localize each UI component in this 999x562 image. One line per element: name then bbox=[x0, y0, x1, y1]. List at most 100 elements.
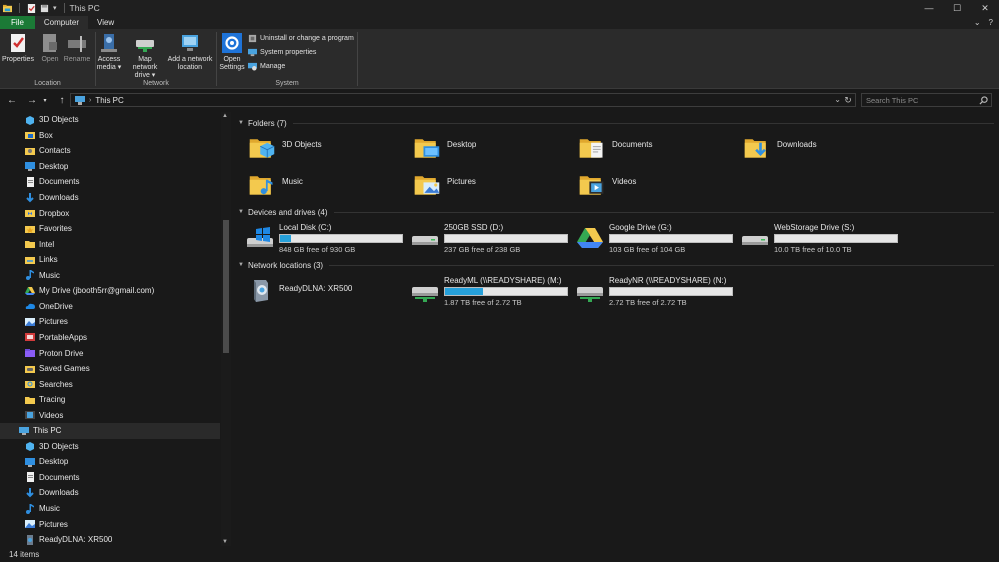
breadcrumb-separator-icon[interactable]: › bbox=[89, 97, 91, 104]
section-folders[interactable]: ▼ Folders (7) bbox=[238, 117, 994, 129]
nav-item[interactable]: My Drive (jbooth5rr@gmail.com) bbox=[0, 283, 220, 299]
collapse-chevron-icon[interactable]: ▼ bbox=[238, 120, 244, 126]
nav-item[interactable]: OneDrive bbox=[0, 299, 220, 315]
drive-tile[interactable]: Google Drive (G:) 103 GB free of 104 GB bbox=[576, 223, 733, 254]
tab-file[interactable]: File bbox=[0, 16, 35, 29]
refresh-icon[interactable]: ↻ bbox=[842, 94, 854, 106]
nav-item[interactable]: Pictures bbox=[0, 516, 220, 532]
section-devices[interactable]: ▼ Devices and drives (4) bbox=[238, 206, 994, 218]
folder-tile[interactable]: Desktop bbox=[413, 134, 476, 162]
drive-tile[interactable]: 250GB SSD (D:) 237 GB free of 238 GB bbox=[411, 223, 568, 254]
nav-item[interactable]: 3D Objects bbox=[0, 439, 220, 455]
uninstall-program-button[interactable]: Uninstall or change a program bbox=[248, 34, 354, 43]
ribbon-group-system: Open Settings Uninstall or change a prog… bbox=[217, 29, 357, 89]
nav-item[interactable]: ReadyDLNA: XR500 bbox=[0, 532, 220, 546]
nav-item[interactable]: Downloads bbox=[0, 190, 220, 206]
quick-access-toolbar: ▾ bbox=[0, 0, 68, 16]
maximize-button[interactable]: ☐ bbox=[943, 0, 971, 16]
nav-item[interactable]: 3D Objects bbox=[0, 112, 220, 128]
minimize-button[interactable]: — bbox=[915, 0, 943, 16]
customize-quick-access-icon[interactable]: ▾ bbox=[53, 4, 57, 12]
tab-computer[interactable]: Computer bbox=[34, 16, 89, 29]
back-arrow-icon[interactable]: ← bbox=[5, 93, 19, 107]
folder-tile[interactable]: Music bbox=[248, 171, 303, 199]
title-bar: ▾ This PC — ☐ ✕ bbox=[0, 0, 999, 16]
windows-drive-icon bbox=[246, 226, 274, 250]
folder-tile[interactable]: Documents bbox=[578, 134, 652, 162]
explorer-icon[interactable] bbox=[3, 4, 12, 13]
system-properties-button[interactable]: System properties bbox=[248, 48, 316, 57]
help-icon[interactable]: ? bbox=[989, 18, 993, 27]
rename-button[interactable]: Rename bbox=[63, 32, 91, 64]
divider bbox=[292, 122, 994, 124]
nav-item[interactable]: Contacts bbox=[0, 143, 220, 159]
nav-item-label: Music bbox=[39, 504, 60, 513]
open-button[interactable]: Open bbox=[38, 32, 62, 64]
drive-name: ReadyML (\\READYSHARE) (M:) bbox=[444, 276, 562, 285]
search-input[interactable]: Search This PC bbox=[861, 93, 992, 107]
up-arrow-icon[interactable]: ↑ bbox=[55, 93, 69, 107]
nav-item[interactable]: Searches bbox=[0, 376, 220, 392]
search-icon[interactable] bbox=[979, 96, 988, 105]
add-network-location-button[interactable]: Add a network location bbox=[166, 32, 214, 72]
dropbox-icon bbox=[25, 210, 35, 218]
nav-item[interactable]: Music bbox=[0, 501, 220, 517]
manage-button[interactable]: Manage bbox=[248, 62, 285, 71]
folder-name: Music bbox=[282, 177, 303, 186]
scrollbar-thumb[interactable] bbox=[223, 220, 229, 353]
forward-arrow-icon[interactable]: → bbox=[25, 93, 39, 107]
nav-item[interactable]: Music bbox=[0, 268, 220, 284]
nav-item[interactable]: Saved Games bbox=[0, 361, 220, 377]
videos-icon bbox=[578, 171, 606, 199]
section-network[interactable]: ▼ Network locations (3) bbox=[238, 259, 994, 271]
access-media-button[interactable]: Access media ▾ bbox=[96, 32, 122, 72]
media-server-icon bbox=[246, 279, 274, 303]
nav-item[interactable]: Videos bbox=[0, 407, 220, 423]
folder-tile[interactable]: Videos bbox=[578, 171, 636, 199]
nav-item[interactable]: This PC bbox=[0, 423, 220, 439]
nav-item[interactable]: Documents bbox=[0, 470, 220, 486]
tab-view[interactable]: View bbox=[88, 16, 123, 29]
nav-item[interactable]: Desktop bbox=[0, 159, 220, 175]
nav-item[interactable]: Links bbox=[0, 252, 220, 268]
scroll-up-icon[interactable]: ▲ bbox=[222, 113, 228, 119]
address-bar[interactable]: › This PC ⌄ bbox=[70, 93, 856, 107]
breadcrumb[interactable]: This PC bbox=[95, 96, 123, 105]
drive-tile[interactable]: ReadyDLNA: XR500 bbox=[246, 276, 352, 303]
scroll-down-icon[interactable]: ▼ bbox=[222, 539, 228, 545]
close-button[interactable]: ✕ bbox=[971, 0, 999, 16]
desktop-icon bbox=[413, 134, 441, 162]
nav-item[interactable]: Favorites bbox=[0, 221, 220, 237]
nav-item[interactable]: Pictures bbox=[0, 314, 220, 330]
folder-name: Documents bbox=[612, 140, 653, 149]
collapse-chevron-icon[interactable]: ▼ bbox=[238, 262, 244, 268]
folder-tile[interactable]: Pictures bbox=[413, 171, 476, 199]
open-settings-button[interactable]: Open Settings bbox=[219, 32, 245, 72]
nav-item[interactable]: Box bbox=[0, 128, 220, 144]
drive-tile[interactable]: ReadyML (\\READYSHARE) (M:) 1.87 TB free … bbox=[411, 276, 568, 307]
collapse-chevron-icon[interactable]: ▼ bbox=[238, 209, 244, 215]
nav-item[interactable]: Proton Drive bbox=[0, 345, 220, 361]
section-title: Network locations (3) bbox=[247, 260, 324, 270]
recent-locations-icon[interactable]: ▾ bbox=[38, 93, 52, 107]
properties-quick-icon[interactable] bbox=[27, 3, 36, 13]
drive-tile[interactable]: Local Disk (C:) 848 GB free of 930 GB bbox=[246, 223, 403, 254]
nav-item[interactable]: Tracing bbox=[0, 392, 220, 408]
drive-info: WebStorage Drive (S:) 10.0 TB free of 10.… bbox=[774, 223, 898, 254]
new-folder-quick-icon[interactable] bbox=[40, 4, 49, 13]
nav-item[interactable]: Dropbox bbox=[0, 205, 220, 221]
nav-item[interactable]: Downloads bbox=[0, 485, 220, 501]
nav-item[interactable]: Intel bbox=[0, 236, 220, 252]
nav-scrollbar[interactable]: ▲ ▼ bbox=[221, 112, 231, 546]
map-network-drive-button[interactable]: Map network drive ▾ bbox=[123, 32, 167, 80]
nav-item[interactable]: PortableApps bbox=[0, 330, 220, 346]
drive-tile[interactable]: WebStorage Drive (S:) 10.0 TB free of 10.… bbox=[741, 223, 898, 254]
nav-item[interactable]: Desktop bbox=[0, 454, 220, 470]
nav-item[interactable]: Documents bbox=[0, 174, 220, 190]
folder-tile[interactable]: 3D Objects bbox=[248, 134, 322, 162]
expand-ribbon-icon[interactable]: ⌄ bbox=[974, 18, 981, 27]
address-dropdown-icon[interactable]: ⌄ bbox=[834, 95, 841, 104]
folder-tile[interactable]: Downloads bbox=[743, 134, 817, 162]
drive-tile[interactable]: ReadyNR (\\READYSHARE) (N:) 2.72 TB free … bbox=[576, 276, 733, 307]
properties-button[interactable]: Properties bbox=[2, 32, 34, 64]
